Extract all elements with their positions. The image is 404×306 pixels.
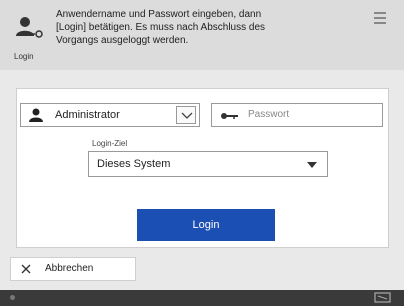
instruction-line-1: Anwendername und Passwort eingeben, dann bbox=[56, 9, 262, 20]
key-icon bbox=[221, 113, 238, 119]
password-placeholder: Passwort bbox=[248, 109, 290, 120]
user-login-icon bbox=[16, 17, 43, 38]
status-monitor-icon[interactable] bbox=[372, 292, 394, 304]
cancel-label: Abbrechen bbox=[45, 263, 94, 274]
login-destination-value: Dieses System bbox=[97, 158, 171, 170]
login-button[interactable]: Login bbox=[137, 209, 275, 241]
login-status: Login bbox=[14, 14, 48, 62]
chevron-down-icon bbox=[181, 112, 193, 119]
instruction-text: Anwendername und Passwort eingeben, dann… bbox=[56, 8, 356, 47]
user-select[interactable]: Administrator bbox=[20, 103, 200, 127]
status-dot-icon bbox=[10, 295, 15, 300]
user-select-value: Administrator bbox=[55, 109, 120, 121]
password-field[interactable]: Passwort bbox=[211, 103, 383, 127]
instruction-line-2: [Login] betätigen. Es muss nach Abschlus… bbox=[56, 22, 266, 33]
user-icon bbox=[29, 108, 43, 122]
cancel-button[interactable]: Abbrechen bbox=[10, 257, 136, 281]
status-bar bbox=[0, 290, 404, 306]
login-destination-select[interactable]: Dieses System bbox=[88, 151, 328, 177]
hamburger-menu-icon[interactable] bbox=[374, 12, 390, 26]
login-destination-label: Login-Ziel bbox=[92, 139, 128, 148]
login-icon-label: Login bbox=[14, 52, 34, 61]
user-dropdown-button[interactable] bbox=[176, 106, 196, 124]
instruction-line-3: Vorgangs ausgeloggt werden. bbox=[56, 35, 189, 46]
close-icon bbox=[21, 264, 31, 274]
caret-down-icon bbox=[307, 162, 317, 168]
header: Login Anwendername und Passwort eingeben… bbox=[0, 0, 404, 70]
